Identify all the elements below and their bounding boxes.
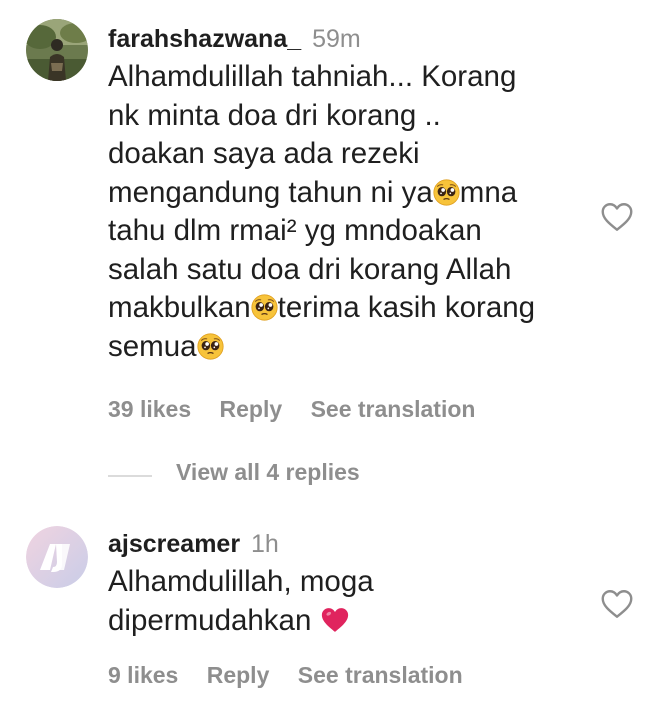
username[interactable]: farahshazwana_ (108, 25, 301, 53)
text-line: terima kasih korang (277, 291, 536, 324)
comment-actions: 9 likes Reply See translation (108, 662, 485, 689)
aj-logo-avatar-icon: AJ (26, 526, 88, 588)
profile-photo-icon (26, 19, 88, 81)
timestamp: 59m (312, 25, 361, 53)
view-replies-button[interactable]: View all 4 replies (176, 459, 360, 486)
pleading-face-emoji-icon (433, 179, 460, 206)
text-line: semua (108, 329, 197, 363)
avatar[interactable]: AJ (26, 526, 88, 588)
username[interactable]: ajscreamer (108, 530, 240, 558)
text-line: mna (459, 175, 518, 209)
like-heart-icon[interactable] (599, 199, 635, 235)
text-line: salah satu doa dri korang Allah (108, 252, 512, 286)
pleading-face-emoji-icon (197, 333, 224, 360)
pleading-face-emoji-icon (251, 294, 278, 321)
text-line: Alhamdulillah tahniah... Korang (108, 60, 517, 93)
text-line: makbulkan (108, 291, 251, 324)
comment-header: farahshazwana_ 59m (108, 24, 578, 54)
see-translation-button[interactable]: See translation (298, 662, 463, 688)
red-heart-emoji-icon (321, 607, 348, 632)
text-line: doakan saya ada rezeki (108, 137, 420, 170)
like-heart-icon[interactable] (599, 586, 635, 622)
text-line: nk minta doa dri korang .. (108, 98, 441, 132)
comment-body: farahshazwana_ 59m Alhamdulillah tahniah… (108, 24, 578, 366)
text-line: tahu dlm rmai² yg mndoakan (108, 214, 482, 247)
timestamp: 1h (251, 530, 279, 558)
comment-text: Alhamdulillah tahniah... Korang nk minta… (108, 58, 578, 366)
text-line: mengandung tahun ni ya (108, 175, 433, 209)
text-line: dipermudahkan (108, 603, 312, 637)
text-line: Alhamdulillah, moga (108, 565, 374, 598)
likes-count[interactable]: 39 likes (108, 396, 191, 422)
replies-divider (108, 475, 152, 477)
avatar[interactable] (26, 19, 88, 81)
comment-actions: 39 likes Reply See translation (108, 396, 497, 423)
comment-text: Alhamdulillah, moga dipermudahkan (108, 563, 578, 640)
likes-count[interactable]: 9 likes (108, 662, 178, 688)
comment-header: ajscreamer 1h (108, 529, 578, 559)
reply-button[interactable]: Reply (207, 662, 270, 688)
comment-body: ajscreamer 1h Alhamdulillah, moga diperm… (108, 529, 578, 640)
see-translation-button[interactable]: See translation (311, 396, 476, 422)
reply-button[interactable]: Reply (220, 396, 283, 422)
